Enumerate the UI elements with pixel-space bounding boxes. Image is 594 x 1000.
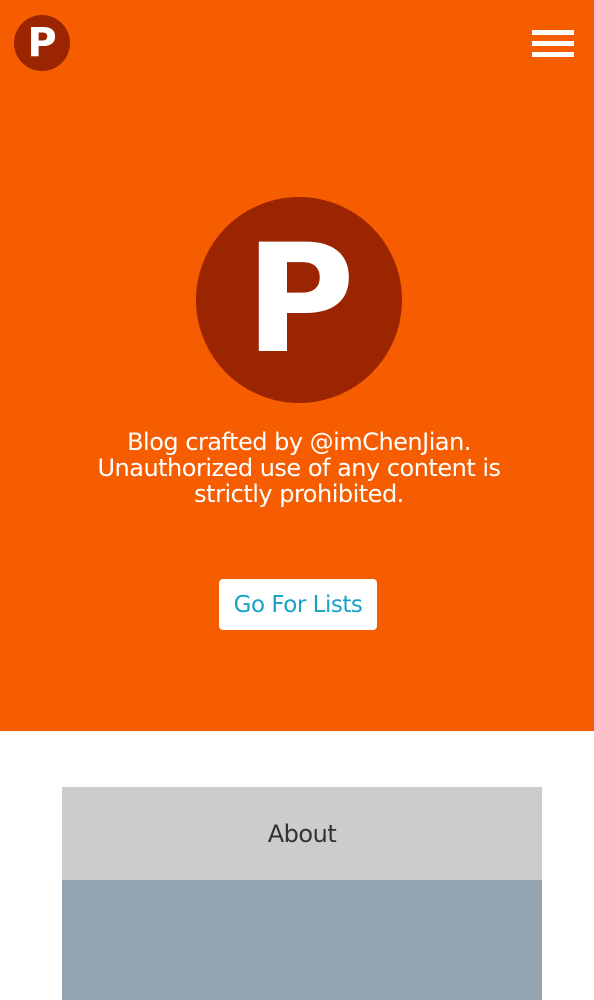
about-link[interactable]: About xyxy=(62,787,542,880)
hero-logo-letter: P xyxy=(245,213,355,387)
menu-bar xyxy=(532,30,574,35)
site-logo[interactable]: P xyxy=(14,15,70,71)
hero-logo: P xyxy=(196,197,402,403)
logo-letter: P xyxy=(27,20,57,66)
menu-bar xyxy=(532,41,574,46)
hamburger-menu-icon[interactable] xyxy=(532,28,574,60)
menu-bar xyxy=(532,52,574,57)
hero-tagline: Blog crafted by @imChenJian. Unauthorize… xyxy=(40,429,558,507)
about-card: About xyxy=(62,787,542,1000)
go-for-lists-button[interactable]: Go For Lists xyxy=(219,579,377,630)
tagline-line: Blog crafted by @imChenJian. xyxy=(127,428,471,456)
tagline-line: Unauthorized use of any content is xyxy=(97,454,501,482)
hero-section: P P Blog crafted by @imChenJian. Unautho… xyxy=(0,0,594,731)
tagline-line: strictly prohibited. xyxy=(194,480,404,508)
